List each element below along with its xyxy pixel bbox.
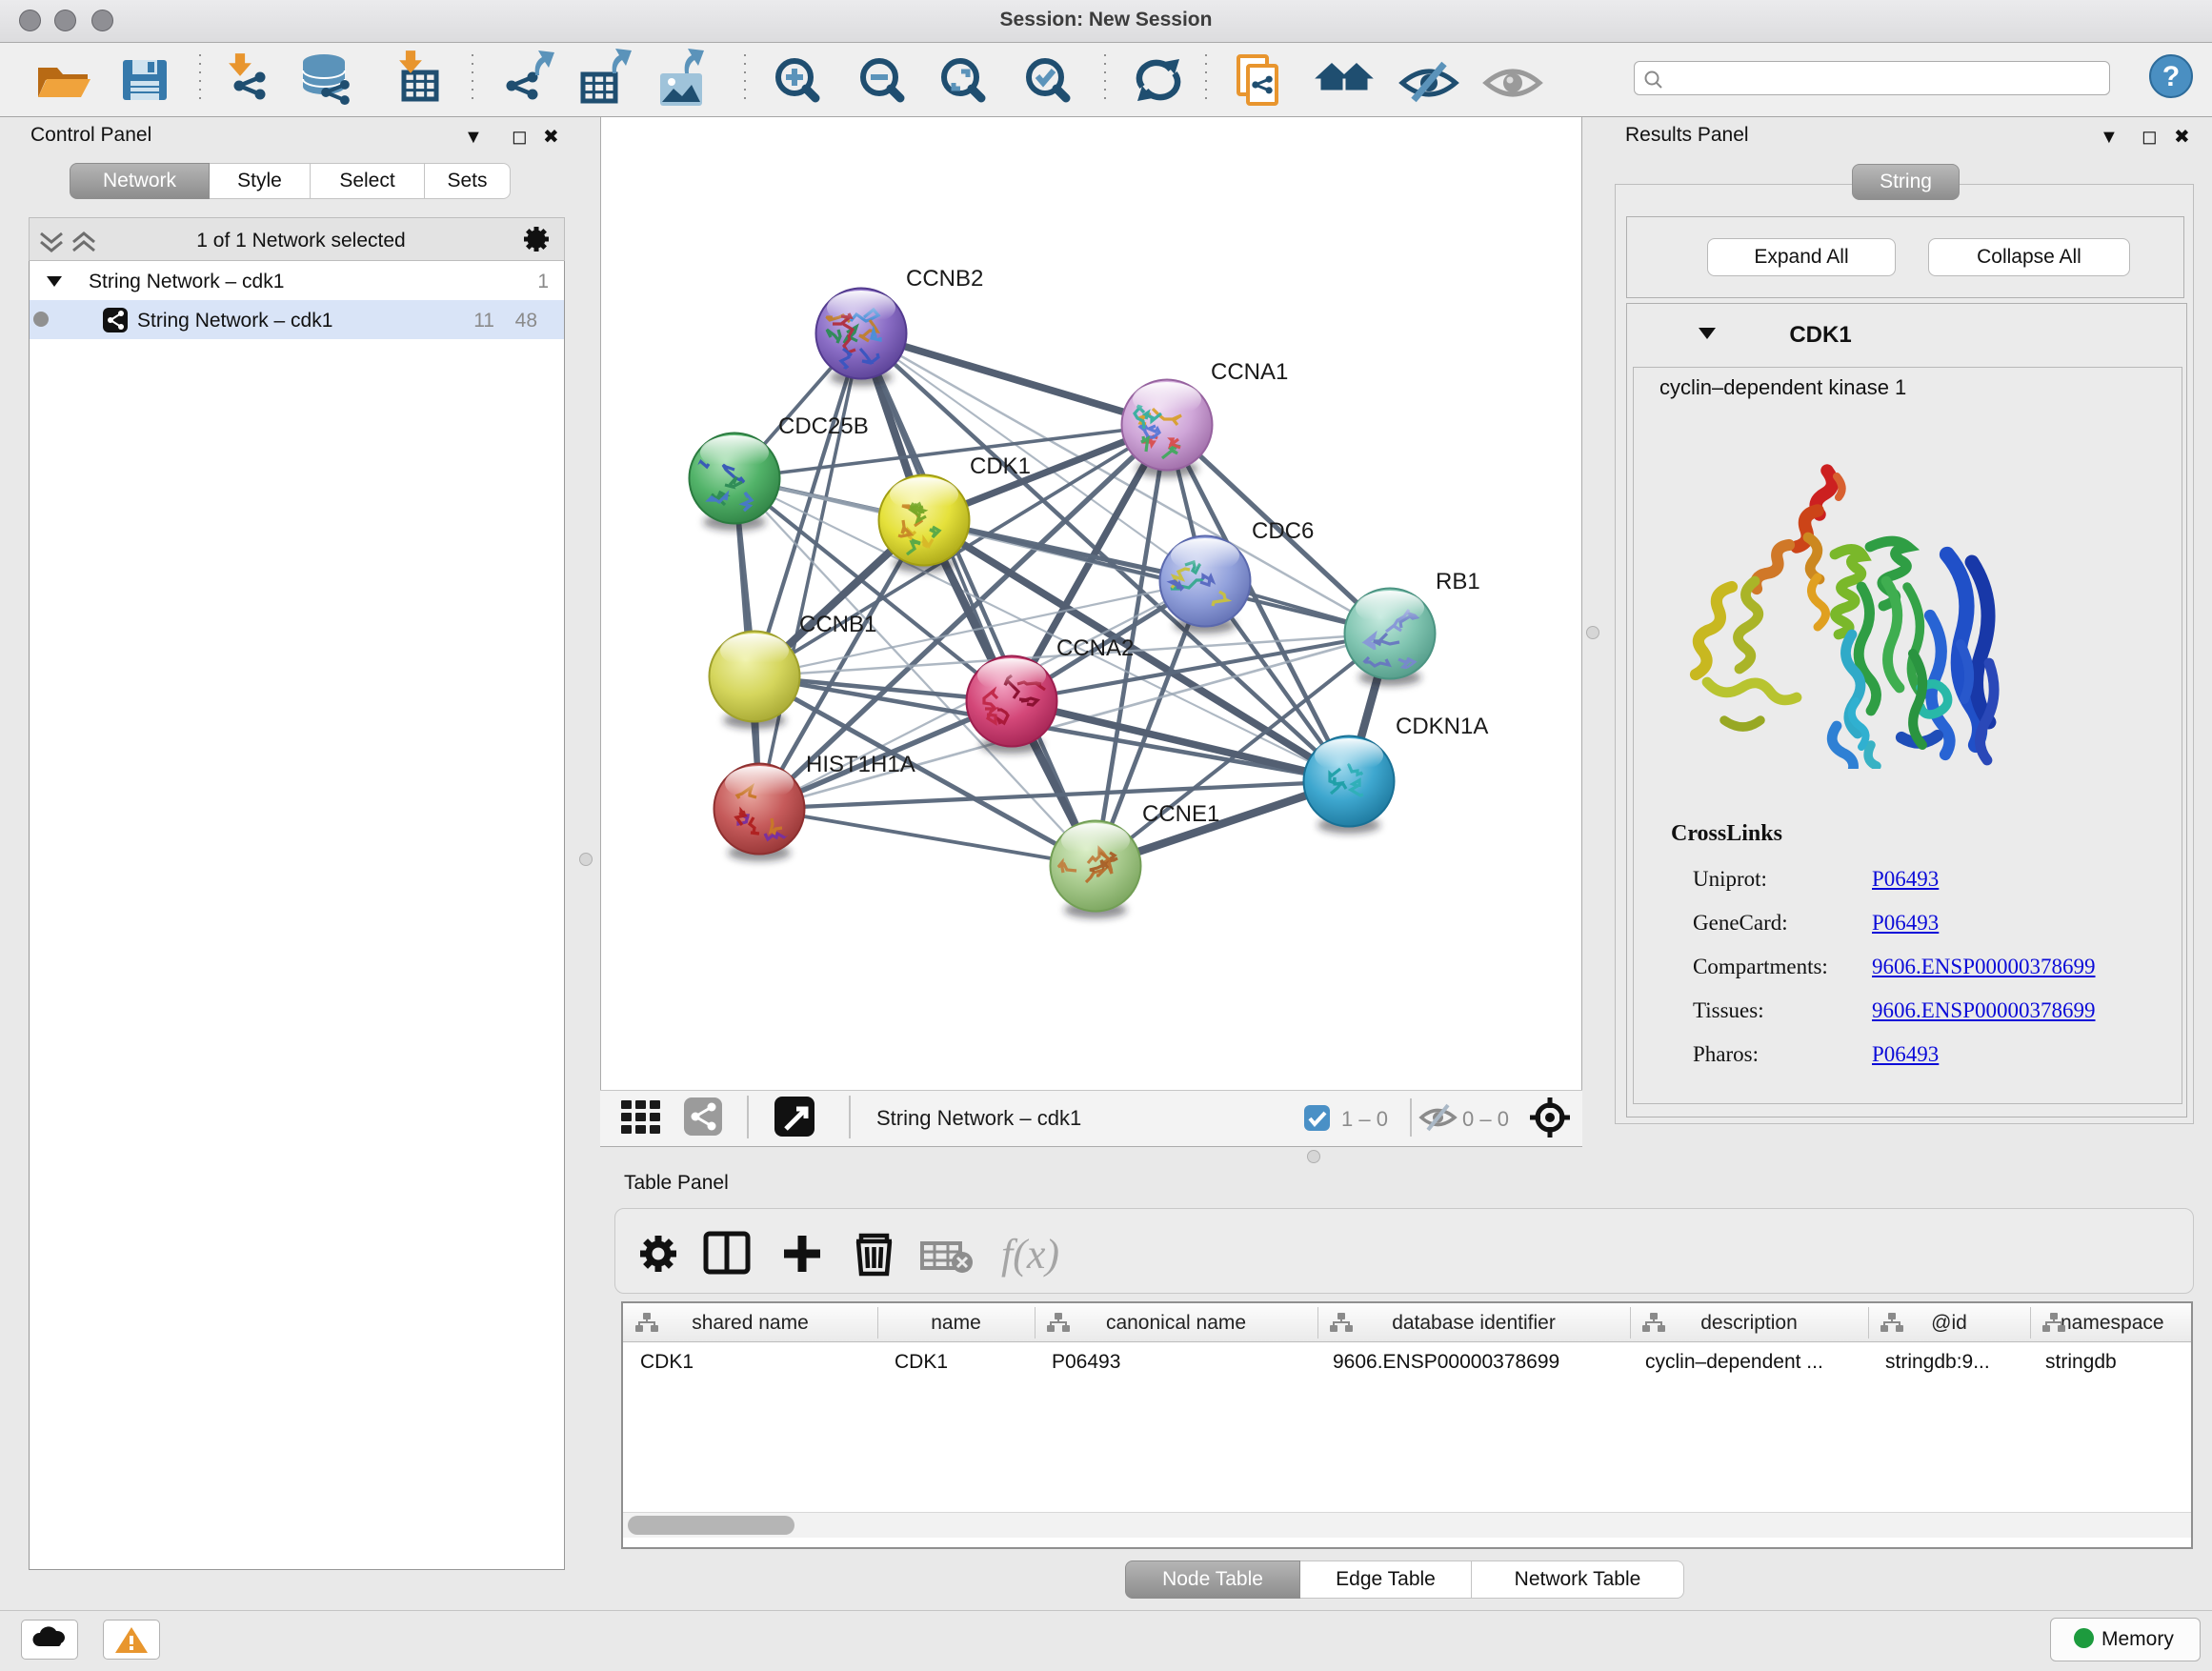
- svg-text:?: ?: [2162, 61, 2180, 92]
- svg-text:CCNB1: CCNB1: [799, 612, 876, 637]
- svg-text:CCNE1: CCNE1: [1142, 801, 1219, 827]
- svg-text:HIST1H1A: HIST1H1A: [806, 752, 915, 777]
- svg-text:String Network – cdk1: String Network – cdk1: [89, 271, 284, 292]
- svg-text:1 of 1 Network selected: 1 of 1 Network selected: [196, 230, 405, 252]
- svg-text:String Network – cdk1: String Network – cdk1: [876, 1106, 1081, 1130]
- svg-text:0 – 0: 0 – 0: [1462, 1107, 1509, 1131]
- svg-text:RB1: RB1: [1436, 569, 1480, 594]
- svg-text:1 – 0: 1 – 0: [1341, 1107, 1388, 1131]
- svg-text:CCNA2: CCNA2: [1056, 635, 1134, 661]
- svg-text:CDKN1A: CDKN1A: [1396, 714, 1488, 739]
- svg-text:1: 1: [537, 271, 549, 292]
- svg-text:CDC25B: CDC25B: [778, 413, 869, 439]
- svg-text:48: 48: [515, 310, 537, 332]
- svg-text:11: 11: [473, 310, 494, 332]
- svg-text:String Network – cdk1: String Network – cdk1: [137, 310, 332, 332]
- svg-text:CDK1: CDK1: [1789, 322, 1851, 348]
- svg-text:CCNA1: CCNA1: [1211, 359, 1288, 385]
- svg-text:CDK1: CDK1: [970, 453, 1031, 479]
- svg-text:f(x): f(x): [1001, 1231, 1059, 1278]
- svg-text:CCNB2: CCNB2: [906, 266, 983, 292]
- svg-text:CDC6: CDC6: [1252, 518, 1314, 544]
